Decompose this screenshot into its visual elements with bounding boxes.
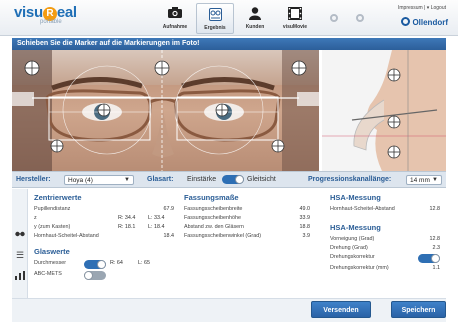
hsa-section: HSA-Messung Hornhaut-Scheitel-Abstand 12… [330, 193, 440, 274]
top-header: visu Real portable Aufnahme Ergebnis Kund… [0, 0, 458, 36]
nav-ergebnis[interactable]: Ergebnis [196, 3, 234, 34]
instruction-bar: Schieben Sie die Marker auf die Markieru… [12, 38, 446, 50]
chevron-down-icon: ▼ [432, 177, 438, 183]
zentrierwerte-title: Zentrierwerte [34, 193, 82, 202]
progressions-select[interactable]: 14 mm ▼ [406, 175, 442, 185]
zentrierwerte-section: Zentrierwerte Pupillendistanz 67.9 z R: … [34, 193, 174, 282]
list-item: Fassungsscheibenwinkel (Grad) 3.9 [184, 233, 310, 239]
list-item: Fassungsscheibenhöhe 33.9 [184, 215, 310, 221]
results-icon [197, 4, 233, 22]
speichern-button[interactable]: Speichern [391, 301, 446, 318]
chevron-down-icon: ▼ [124, 177, 130, 183]
list-item: y (zum Kasten) R: 18.1 L: 18.4 [34, 224, 165, 230]
list-item: Hornhaut-Scheitel-Abstand 12.8 [330, 206, 440, 212]
gleitsicht-label: Gleitsicht [247, 176, 276, 183]
side-photo[interactable] [322, 50, 446, 171]
list-item: Drehungskorrektur [330, 254, 440, 265]
app-logo: visu Real portable [14, 4, 77, 25]
list-item: Vorneigung (Grad) 12.8 [330, 236, 440, 242]
nav-visumovie[interactable]: visuMovie [276, 3, 314, 34]
hsa2-title: HSA-Messung [330, 223, 381, 232]
impressum-logout-link[interactable]: Impressum | ▾ Logout [398, 5, 446, 11]
durchmesser-toggle[interactable] [84, 260, 106, 269]
drehungskorrektur-toggle[interactable] [418, 254, 440, 263]
nav-aufnahme[interactable]: Aufnahme [156, 3, 194, 34]
bottom-bar [12, 298, 446, 322]
customer-icon [236, 3, 274, 21]
menu-icon[interactable]: ☰ [15, 250, 25, 261]
fassungsmasse-section: Fassungsmaße Fassungsscheibenbreite 49.0… [184, 193, 310, 242]
einstaerke-label: Einstärke [187, 176, 217, 183]
glasses-icon[interactable] [15, 229, 25, 239]
glaswerte-title: Glaswerte [34, 247, 70, 256]
versenden-button[interactable]: Versenden [311, 301, 371, 318]
list-item: Hornhaut-Scheitel-Abstand 18.4 [34, 233, 174, 239]
progressions-label: Progressionskanallänge: [308, 176, 392, 183]
list-item: Pupillendistanz 67.9 [34, 206, 174, 212]
chart-icon[interactable] [15, 271, 25, 282]
fassungsmasse-title: Fassungsmaße [184, 193, 239, 202]
list-item: Fassungsscheibenbreite 49.0 [184, 206, 310, 212]
list-item: ABC-METS [34, 271, 174, 282]
hersteller-label: Hersteller: [16, 176, 51, 183]
camera-icon [156, 3, 194, 21]
settings-icon[interactable] [330, 14, 338, 22]
list-item: Drehung (Grad) 2.3 [330, 245, 440, 251]
frontal-photo[interactable] [12, 50, 319, 171]
film-icon [276, 3, 314, 21]
nav-kunden[interactable]: Kunden [236, 3, 274, 34]
help-icon[interactable] [356, 14, 364, 22]
settings-row: Hersteller: Hoya (4) ▼ Glasart: Einstärk… [12, 171, 446, 188]
brand-logo: Ollendorf [401, 17, 448, 27]
glasart-label: Glasart: [147, 176, 174, 183]
list-item: Durchmesser R: 64 L: 65 [34, 260, 174, 271]
hsa-title: HSA-Messung [330, 193, 381, 202]
abc-mets-toggle[interactable] [84, 271, 106, 280]
list-item: z R: 34.4 L: 33.4 [34, 215, 165, 221]
list-item: Drehungskorrektur (mm) 1.1 [330, 265, 440, 271]
glasart-toggle[interactable] [222, 175, 244, 184]
list-item: Abstand zw. den Gläsern 18.8 [184, 224, 310, 230]
hersteller-select[interactable]: Hoya (4) ▼ [64, 175, 134, 185]
